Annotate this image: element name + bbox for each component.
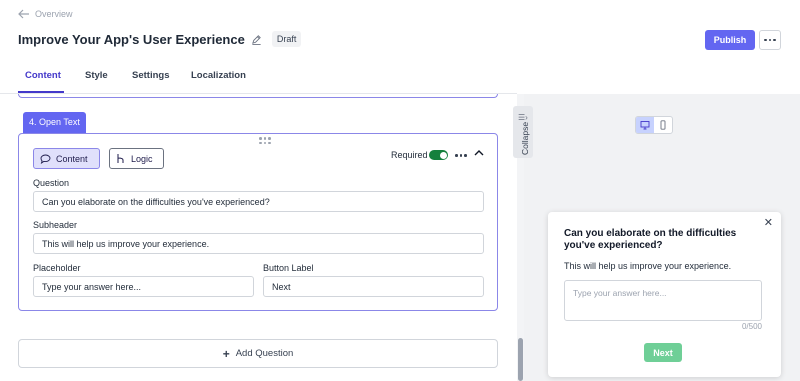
subheader-input[interactable]: This will help us improve your experienc… (33, 233, 484, 254)
question-label: Question (33, 178, 70, 188)
publish-button[interactable]: Publish (705, 30, 755, 50)
status-badge: Draft (271, 31, 302, 47)
content-button[interactable]: Content (33, 148, 100, 169)
logic-button[interactable]: Logic (109, 148, 164, 169)
preview-next-button[interactable]: Next (644, 343, 682, 362)
back-link[interactable]: Overview (18, 9, 73, 19)
more-icon (764, 38, 776, 42)
survey-title: Improve Your App's User Experience (18, 31, 245, 47)
tab-localization[interactable]: Localization (191, 70, 246, 81)
collapse-icon: ☰› (518, 113, 528, 122)
desktop-icon (640, 121, 650, 130)
preview-question: Can you elaborate on the difficulties yo… (564, 228, 737, 251)
collapse-label: Collapse (520, 121, 530, 155)
title-row: Improve Your App's User Experience Draft (18, 31, 302, 47)
preview-subheader: This will help us improve your experienc… (564, 261, 732, 271)
previous-question-card[interactable] (18, 94, 498, 98)
more-options-button[interactable] (759, 30, 781, 50)
desktop-view-button[interactable] (636, 117, 654, 133)
placeholder-label: Placeholder (33, 263, 81, 273)
question-card: Content Logic Required Question Can you … (18, 133, 498, 311)
branch-icon (117, 154, 124, 163)
survey-preview-modal: ✕ Can you elaborate on the difficulties … (548, 212, 781, 377)
question-tag: 4. Open Text (23, 112, 86, 133)
drag-handle-icon[interactable] (259, 137, 271, 144)
placeholder-input[interactable]: Type your answer here... (33, 276, 254, 297)
tab-bar: Content Style Settings Localization (0, 60, 517, 94)
tab-style[interactable]: Style (85, 70, 108, 81)
button-label-input[interactable]: Next (263, 276, 484, 297)
plus-icon: + (222, 346, 230, 361)
tab-content[interactable]: Content (25, 70, 61, 81)
active-tab-indicator (18, 91, 64, 93)
back-link-label: Overview (35, 9, 73, 19)
add-question-label: Add Question (235, 348, 294, 359)
question-input[interactable]: Can you elaborate on the difficulties yo… (33, 191, 484, 212)
tab-settings[interactable]: Settings (132, 70, 169, 81)
chevron-up-icon[interactable] (474, 149, 484, 157)
logic-button-label: Logic (131, 153, 153, 164)
mobile-view-button[interactable] (654, 117, 672, 133)
close-icon[interactable]: ✕ (764, 216, 773, 229)
pencil-icon[interactable] (251, 34, 262, 45)
add-question-button[interactable]: + Add Question (18, 339, 498, 368)
chat-bubble-icon (40, 154, 51, 164)
preview-answer-input[interactable]: Type your answer here... (564, 280, 762, 321)
required-toggle[interactable] (429, 150, 448, 160)
character-count: 0/500 (741, 322, 762, 331)
content-button-label: Content (56, 153, 88, 164)
scrollbar-thumb[interactable] (518, 338, 523, 381)
mobile-icon (660, 120, 666, 130)
device-toggle (635, 116, 673, 134)
required-label: Required (391, 150, 428, 160)
subheader-label: Subheader (33, 220, 78, 230)
button-label-label: Button Label (263, 263, 314, 273)
card-more-icon[interactable] (455, 154, 467, 157)
arrow-left-icon (18, 9, 29, 19)
